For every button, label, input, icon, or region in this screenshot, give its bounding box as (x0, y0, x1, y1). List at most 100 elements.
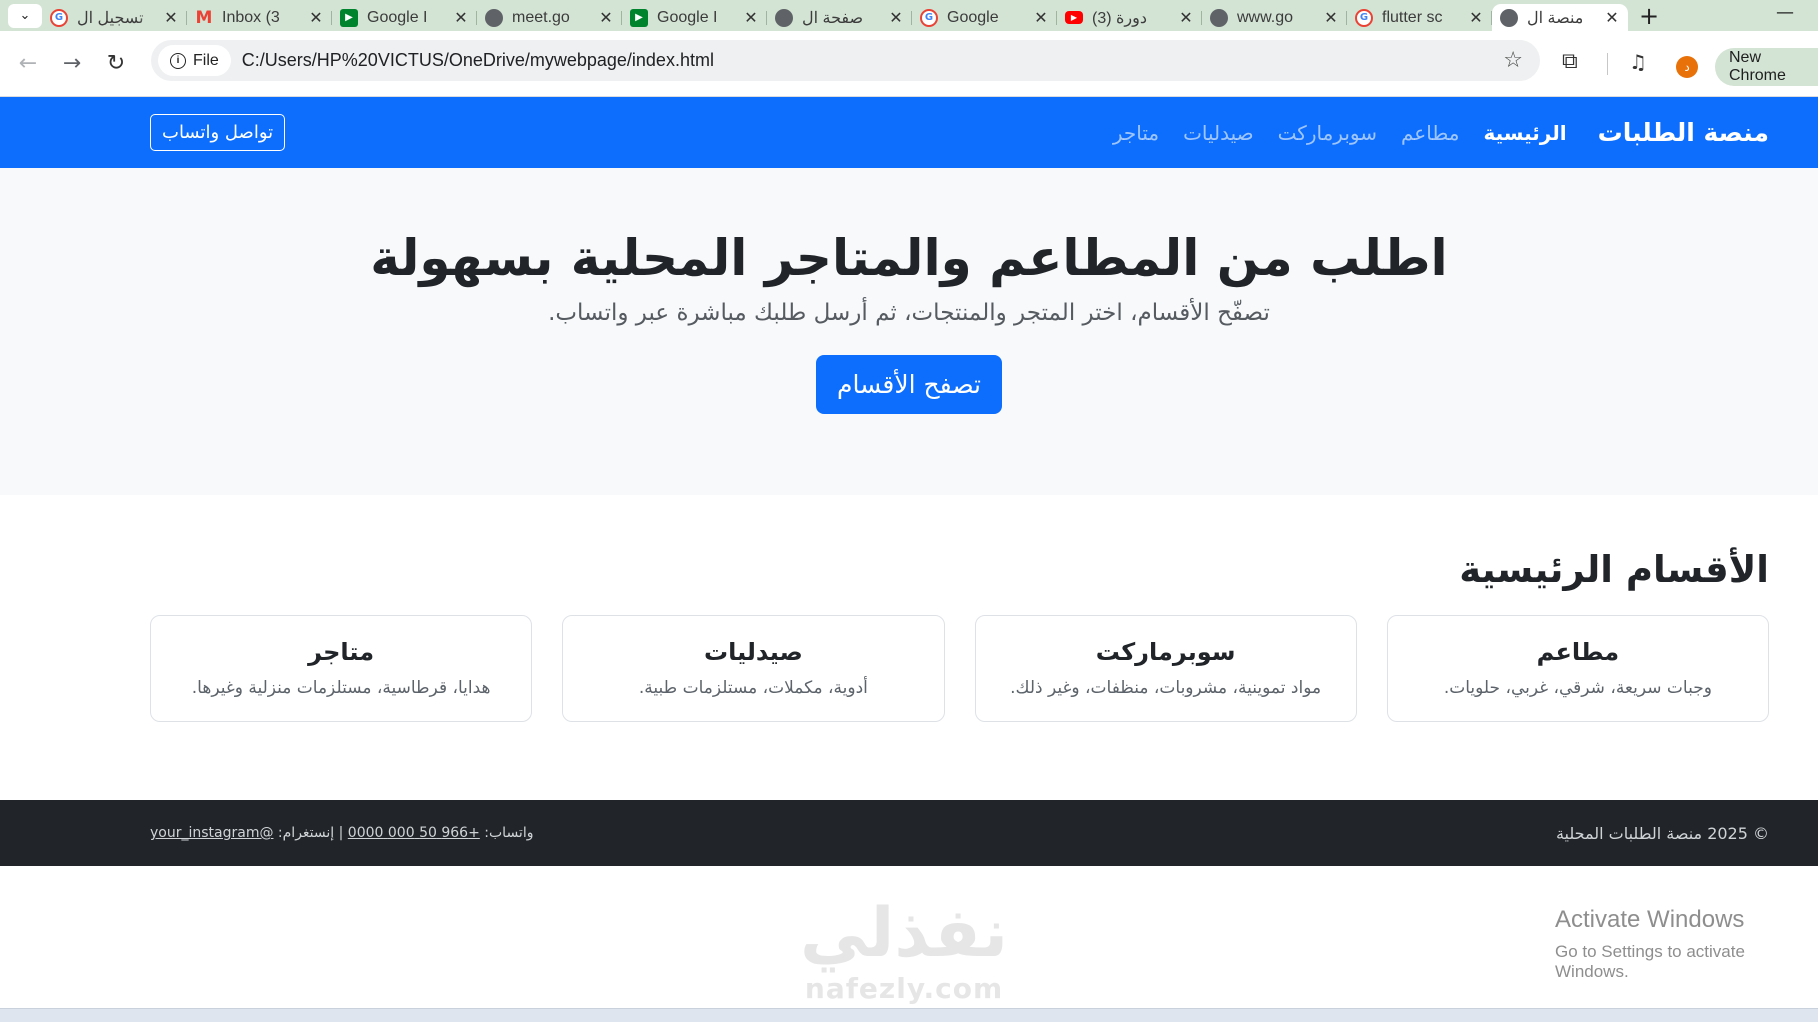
new-tab-button[interactable]: + (1632, 2, 1666, 30)
url-text[interactable]: C:/Users/HP%20VICTUS/OneDrive/mywebpage/… (242, 50, 714, 71)
globe-icon (1210, 8, 1228, 27)
card-description: وجبات سريعة، شرقي، غربي، حلويات. (1443, 678, 1712, 698)
copyright-text: © 2025 منصة الطلبات المحلية (1555, 823, 1769, 843)
new-chrome-button[interactable]: New Chrome (1715, 48, 1818, 86)
tab-title: flutter sc (1382, 8, 1443, 26)
globe-icon (485, 8, 503, 27)
tab-title: Google I (657, 8, 718, 26)
google-icon: G (50, 8, 68, 27)
nafezly-watermark: نفذلي nafezly.com (800, 894, 1009, 1006)
globe-icon (775, 8, 793, 27)
tab-0[interactable]: G تسجيل ال ✕ (42, 4, 187, 31)
reload-icon: ↻ (106, 51, 126, 76)
site-brand[interactable]: منصة الطلبات (1598, 118, 1769, 147)
profile-avatar[interactable]: د (1676, 56, 1698, 78)
tab-10-active[interactable]: منصة ال ✕ (1492, 4, 1628, 31)
card-stores[interactable]: متاجر هدايا، قرطاسية، مستلزمات منزلية وغ… (150, 615, 533, 722)
hero-subtitle: تصفّح الأقسام، اختر المتجر والمنتجات، ثم… (548, 300, 1270, 326)
sections-title: الأقسام الرئيسية (1459, 548, 1769, 591)
tab-4[interactable]: ▶ Google I ✕ (622, 4, 767, 31)
close-icon[interactable]: ✕ (163, 8, 179, 27)
reload-button[interactable]: ↻ (94, 51, 138, 76)
tab-strip: ⌄ G تسجيل ال ✕ M Inbox (3 ✕ ▶ Google I ✕… (0, 0, 1818, 31)
tab-title: (3) دورة (1092, 9, 1147, 27)
tab-6[interactable]: G Google ✕ (912, 4, 1057, 31)
address-bar[interactable]: i File C:/Users/HP%20VICTUS/OneDrive/myw… (151, 40, 1540, 81)
footer-contact: واتساب: +966 50 000 0000 | إنستغرام: @yo… (150, 825, 533, 841)
google-icon: G (920, 8, 938, 27)
google-icon: G (1355, 8, 1373, 27)
instagram-link[interactable]: @your_instagram (150, 825, 273, 841)
activate-subtitle: Go to Settings to activate Windows. (1555, 942, 1745, 981)
activate-windows-notice: Activate Windows Go to Settings to activ… (1555, 906, 1818, 982)
card-description: مواد تموينية، مشروبات، منظفات، وغير ذلك. (1010, 678, 1322, 698)
section-cards: مطاعم وجبات سريعة، شرقي، غربي، حلويات. س… (150, 615, 1769, 722)
whatsapp-number-link[interactable]: +966 50 000 0000 (348, 825, 480, 841)
arrow-left-icon: ← (18, 51, 38, 76)
gmail-icon: M (195, 7, 213, 28)
whatsapp-label: واتساب: (484, 825, 534, 841)
nav-link-supermarket[interactable]: سوبرماركت (1278, 121, 1377, 145)
card-restaurants[interactable]: مطاعم وجبات سريعة، شرقي، غربي، حلويات. (1386, 615, 1769, 722)
toolbar: ← → ↻ i File C:/Users/HP%20VICTUS/OneDri… (0, 31, 1818, 97)
main-sections: الأقسام الرئيسية مطاعم وجبات سريعة، شرقي… (0, 495, 1818, 722)
tab-title: تسجيل ال (77, 9, 144, 27)
tab-title: Inbox (3 (222, 8, 280, 26)
minimize-button[interactable]: — (1776, 2, 1794, 23)
web-page: منصة الطلبات الرئيسية مطاعم سوبرماركت صي… (0, 97, 1818, 1007)
site-footer: © 2025 منصة الطلبات المحلية واتساب: +966… (0, 800, 1818, 866)
whatsapp-contact-button[interactable]: تواصل واتساب (150, 114, 286, 151)
tab-1[interactable]: M Inbox (3 ✕ (187, 4, 332, 31)
nav-link-pharmacies[interactable]: صيدليات (1183, 121, 1254, 145)
card-description: أدوية، مكملات، مستلزمات طبية. (638, 678, 868, 698)
tab-3[interactable]: meet.go ✕ (477, 4, 622, 31)
tab-8[interactable]: www.go ✕ (1202, 4, 1347, 31)
close-icon[interactable]: ✕ (1178, 8, 1194, 27)
tab-9[interactable]: G flutter sc ✕ (1347, 4, 1492, 31)
tab-title: meet.go (512, 8, 570, 26)
card-title: مطاعم (1536, 638, 1620, 666)
extensions-icon[interactable]: ⧉ (1562, 49, 1578, 74)
tab-title: www.go (1237, 8, 1294, 26)
instagram-label: | إنستغرام: (277, 825, 344, 841)
forward-button[interactable]: → (50, 51, 94, 76)
close-icon[interactable]: ✕ (453, 8, 469, 27)
chevron-down-icon: ⌄ (19, 8, 31, 23)
watermark-arabic: نفذلي (800, 894, 1009, 973)
close-icon[interactable]: ✕ (1033, 8, 1049, 27)
card-supermarket[interactable]: سوبرماركت مواد تموينية، مشروبات، منظفات،… (974, 615, 1357, 722)
site-info-chip[interactable]: i File (158, 45, 231, 76)
close-icon[interactable]: ✕ (1468, 8, 1484, 27)
tab-2[interactable]: ▶ Google I ✕ (332, 4, 477, 31)
windows-taskbar (0, 1008, 1818, 1022)
google-meet-icon: ▶ (340, 8, 358, 27)
close-icon[interactable]: ✕ (308, 8, 324, 27)
globe-icon (1500, 8, 1518, 27)
bookmark-star-icon[interactable]: ☆ (1503, 48, 1523, 73)
toolbar-divider (1607, 53, 1608, 75)
tab-5[interactable]: صفحة ال ✕ (767, 4, 912, 31)
tab-title: Google I (367, 8, 428, 26)
close-icon[interactable]: ✕ (743, 8, 759, 27)
card-pharmacies[interactable]: صيدليات أدوية، مكملات، مستلزمات طبية. (562, 615, 945, 722)
back-button[interactable]: ← (6, 51, 50, 76)
tabs: G تسجيل ال ✕ M Inbox (3 ✕ ▶ Google I ✕ m… (42, 0, 1628, 31)
tab-search-button[interactable]: ⌄ (8, 3, 42, 28)
nav-links: الرئيسية مطاعم سوبرماركت صيدليات متاجر (285, 121, 1567, 145)
card-title: سوبرماركت (1095, 638, 1236, 666)
close-icon[interactable]: ✕ (598, 8, 614, 27)
close-icon[interactable]: ✕ (1323, 8, 1339, 27)
media-control-icon[interactable]: ♫ (1629, 50, 1647, 74)
activate-title: Activate Windows (1555, 906, 1745, 933)
nav-link-home[interactable]: الرئيسية (1483, 121, 1566, 145)
file-label: File (193, 51, 219, 69)
nav-link-stores[interactable]: متاجر (1113, 121, 1159, 145)
nav-link-restaurants[interactable]: مطاعم (1401, 121, 1459, 145)
info-icon: i (170, 52, 186, 69)
browse-sections-button[interactable]: تصفح الأقسام (816, 355, 1002, 414)
card-title: صيدليات (703, 638, 803, 666)
close-icon[interactable]: ✕ (888, 8, 904, 27)
close-icon[interactable]: ✕ (1604, 8, 1620, 27)
youtube-icon: ▶ (1065, 11, 1083, 24)
tab-7[interactable]: ▶ (3) دورة ✕ (1057, 4, 1202, 31)
